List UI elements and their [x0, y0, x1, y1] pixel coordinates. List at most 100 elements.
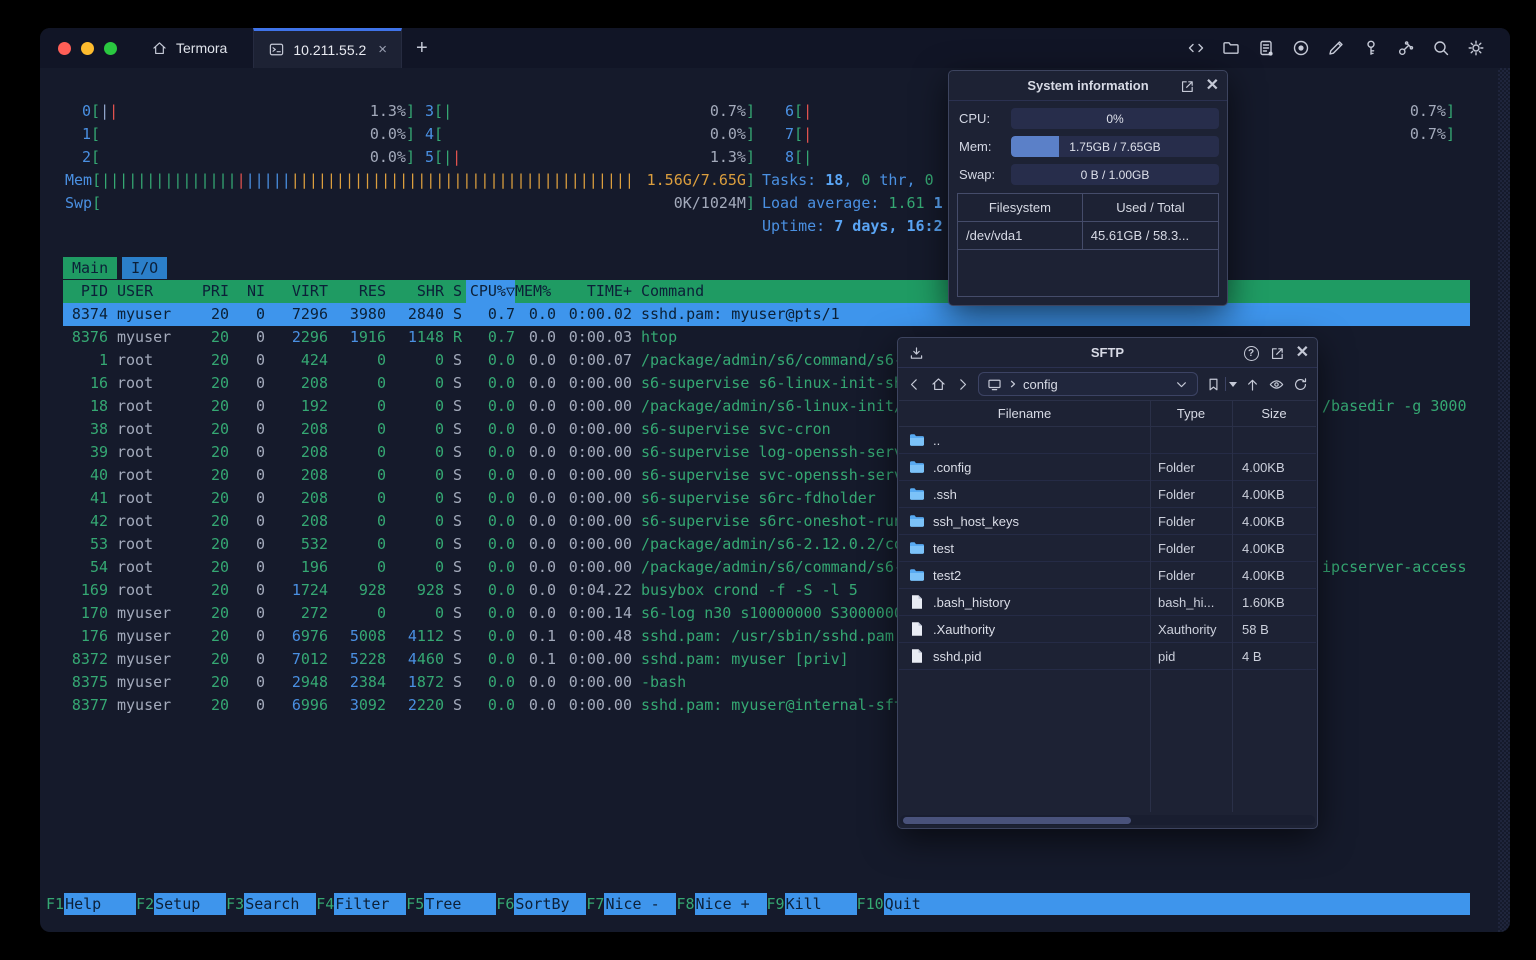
col-header-res[interactable]: RES	[328, 280, 386, 303]
file-name: .ssh	[933, 486, 957, 502]
uptime-line: Uptime: 7 days, 16:2	[762, 217, 943, 235]
file-row[interactable]: .ssh Folder 4.00KB	[899, 481, 1316, 508]
file-row[interactable]: ssh_host_keys Folder 4.00KB	[899, 508, 1316, 535]
path-input[interactable]: config	[978, 372, 1198, 396]
system-information-title-label: System information	[1027, 78, 1149, 93]
htop-tab-main[interactable]: Main	[63, 257, 118, 279]
fkey-f6[interactable]: F6	[496, 893, 514, 915]
zoom-window-button[interactable]	[104, 41, 117, 55]
memory-meter: Mem[||||||||||||||||||||||||||||||||||||…	[65, 171, 755, 189]
record-icon[interactable]	[1291, 38, 1311, 58]
up-directory-icon[interactable]	[1244, 376, 1261, 393]
download-icon[interactable]	[908, 345, 925, 362]
process-row[interactable]: 8374 myuser 20 0 7296 3980 2840 S 0.7 0.0 0:00.02 s…	[63, 303, 1470, 326]
col-header-ni[interactable]: NI	[229, 280, 265, 303]
file-type: Folder	[1158, 540, 1195, 556]
terminal-icon	[268, 41, 285, 58]
fkey-action-tree[interactable]: Tree	[424, 893, 497, 915]
search-icon[interactable]	[1431, 38, 1451, 58]
open-in-window-icon[interactable]	[1179, 78, 1196, 95]
fkey-f3[interactable]: F3	[226, 893, 244, 915]
file-size: 4.00KB	[1242, 486, 1285, 502]
keychain-icon[interactable]	[1396, 38, 1416, 58]
close-icon[interactable]: ✕	[1206, 78, 1219, 94]
show-hidden-icon[interactable]	[1268, 376, 1285, 393]
fkey-f5[interactable]: F5	[406, 893, 424, 915]
new-tab-button[interactable]: +	[402, 28, 442, 68]
filesystem-row[interactable]: /dev/vda1 45.61GB / 58.3...	[958, 222, 1218, 250]
size-col-header: Size	[1261, 406, 1287, 421]
fkey-f9[interactable]: F9	[767, 893, 785, 915]
col-header-mem[interactable]: MEM%	[515, 280, 556, 303]
home-icon[interactable]	[930, 376, 947, 393]
col-header-cpu[interactable]: CPU%▽	[466, 280, 515, 303]
col-header-virt[interactable]: VIRT	[265, 280, 328, 303]
sftp-scrollbar-thumb[interactable]	[903, 816, 1131, 824]
sftp-list-header[interactable]: Filename Type Size	[899, 400, 1316, 427]
system-meters: CPU: 0% Mem: 1.75GB / 7.65GB Swap: 0 B / 1.00…	[949, 101, 1227, 194]
fkey-f4[interactable]: F4	[316, 893, 334, 915]
key-icon[interactable]	[1361, 38, 1381, 58]
col-header-pid[interactable]: PID	[63, 280, 108, 303]
filesystem-used-total: 45.61GB / 58.3...	[1090, 228, 1190, 243]
open-in-window-icon[interactable]	[1269, 345, 1286, 362]
cpu-meter-5: 5[|| 1.3%]	[425, 148, 755, 166]
log-icon[interactable]	[1256, 38, 1276, 58]
column-divider	[1232, 400, 1233, 812]
help-icon[interactable]: ?	[1243, 345, 1259, 361]
col-header-user[interactable]: USER	[108, 280, 184, 303]
minimize-window-button[interactable]	[81, 41, 94, 55]
fkey-action-sortby[interactable]: SortBy	[514, 893, 587, 915]
refresh-icon[interactable]	[1292, 376, 1309, 393]
col-header-s[interactable]: S	[444, 280, 466, 303]
tab-close-icon[interactable]: ×	[378, 41, 387, 58]
chevron-down-icon[interactable]	[1173, 376, 1190, 393]
fkey-action-quit[interactable]: Quit	[883, 893, 956, 915]
fkey-f2[interactable]: F2	[136, 893, 154, 915]
edit-icon[interactable]	[1326, 38, 1346, 58]
cpu-meter-0: 0[|| 1.3%]	[82, 102, 415, 120]
fkey-action-search[interactable]: Search	[244, 893, 317, 915]
fkey-f7[interactable]: F7	[586, 893, 604, 915]
terminal-scrollbar[interactable]	[1498, 68, 1510, 932]
col-header-time[interactable]: TIME+	[556, 280, 632, 303]
fkey-action-nice[interactable]: Nice +	[694, 893, 767, 915]
close-icon[interactable]: ✕	[1296, 345, 1309, 361]
col-header-pri[interactable]: PRI	[184, 280, 229, 303]
file-type: Xauthority	[1158, 621, 1217, 637]
file-row[interactable]: .bash_history bash_hi... 1.60KB	[899, 589, 1316, 616]
fkey-action-setup[interactable]: Setup	[154, 893, 227, 915]
folder-icon	[909, 459, 925, 475]
settings-icon[interactable]	[1466, 38, 1486, 58]
htop-tab-io[interactable]: I/O	[122, 257, 168, 279]
titlebar-toolbar	[1186, 28, 1510, 68]
process-table-header[interactable]: PID USER PRI NI VIRT RES SHR S CPU%▽ MEM% TIME+ Com…	[63, 280, 1470, 303]
file-row[interactable]: test2 Folder 4.00KB	[899, 562, 1316, 589]
tab-session[interactable]: 10.211.55.2 ×	[253, 28, 403, 68]
file-row[interactable]: sshd.pid pid 4 B	[899, 643, 1316, 670]
fkey-action-filter[interactable]: Filter	[334, 893, 407, 915]
sftp-title[interactable]: SFTP ? ✕	[898, 338, 1317, 368]
fkey-action-kill[interactable]: Kill	[784, 893, 857, 915]
fkey-action-nice[interactable]: Nice -	[604, 893, 677, 915]
forward-icon[interactable]	[954, 376, 971, 393]
col-header-shr[interactable]: SHR	[386, 280, 444, 303]
file-row[interactable]: ..	[899, 427, 1316, 454]
system-information-title[interactable]: System information ✕	[949, 71, 1227, 101]
sftp-horizontal-scrollbar[interactable]	[900, 815, 1315, 825]
fkey-action-help[interactable]: Help	[64, 893, 137, 915]
file-row[interactable]: .config Folder 4.00KB	[899, 454, 1316, 481]
fkey-f10[interactable]: F10	[857, 893, 884, 915]
tab-home[interactable]: Termora	[135, 28, 253, 68]
file-size: 1.60KB	[1242, 594, 1285, 610]
fkey-f8[interactable]: F8	[676, 893, 694, 915]
fkey-f1[interactable]: F1	[46, 893, 64, 915]
close-window-button[interactable]	[58, 41, 71, 55]
file-row[interactable]: test Folder 4.00KB	[899, 535, 1316, 562]
file-icon	[909, 621, 925, 637]
code-icon[interactable]	[1186, 38, 1206, 58]
bookmark-split-button[interactable]	[1205, 376, 1237, 393]
file-row[interactable]: .Xauthority Xauthority 58 B	[899, 616, 1316, 643]
back-icon[interactable]	[906, 376, 923, 393]
folder-icon[interactable]	[1221, 38, 1241, 58]
